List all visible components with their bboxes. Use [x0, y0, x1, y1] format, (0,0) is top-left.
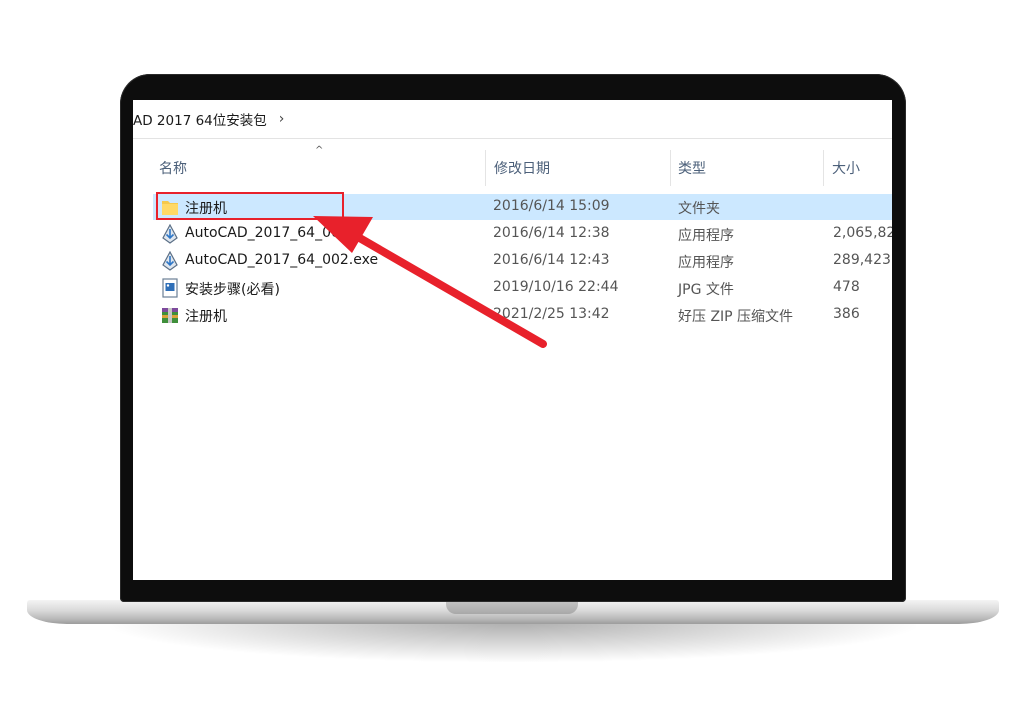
laptop-bezel: AD 2017 64位安装包 › ^ 名称 修改日期 类型 大小 注册机 201…: [120, 74, 906, 602]
laptop-mockup: AD 2017 64位安装包 › ^ 名称 修改日期 类型 大小 注册机 201…: [0, 0, 1024, 723]
annotation-arrow-icon: [313, 216, 547, 348]
laptop-notch: [446, 601, 578, 614]
explorer-window: AD 2017 64位安装包 › ^ 名称 修改日期 类型 大小 注册机 201…: [133, 100, 892, 580]
laptop-shadow: [110, 622, 916, 662]
